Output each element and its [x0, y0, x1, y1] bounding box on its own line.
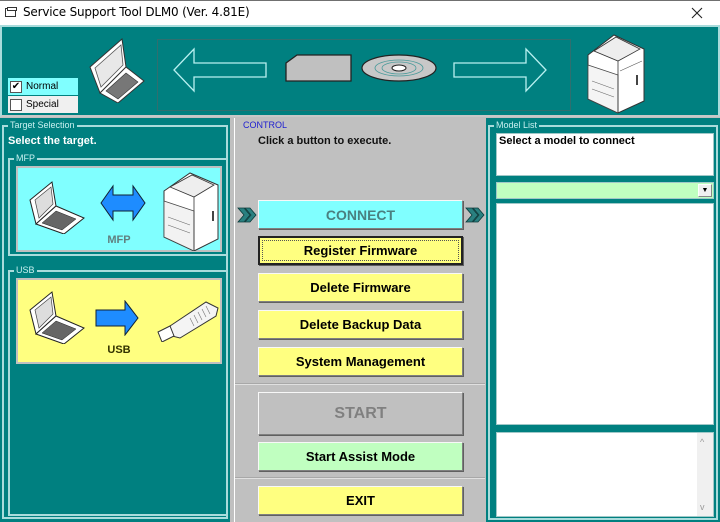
control-panel: CONTROL Click a button to execute. CONNE…	[234, 118, 485, 522]
close-button[interactable]	[674, 1, 720, 25]
window-title: Service Support Tool DLM0 (Ver. 4.81E)	[23, 5, 250, 19]
arrow-left-icon	[173, 47, 267, 93]
delete-firmware-button[interactable]: Delete Firmware	[258, 273, 463, 302]
chevron-right-icon	[237, 207, 257, 223]
vertical-scrollbar[interactable]: ^ v	[697, 433, 713, 516]
laptop-icon	[89, 38, 145, 103]
close-icon	[691, 7, 703, 19]
register-firmware-button[interactable]: Register Firmware	[258, 236, 463, 265]
model-log-textarea[interactable]: ^ v	[496, 432, 714, 517]
chevron-right-icon	[465, 207, 485, 223]
mfp-group: MFP MFP	[8, 153, 228, 256]
checkbox-box	[10, 98, 22, 111]
delete-backup-data-button[interactable]: Delete Backup Data	[258, 310, 463, 339]
mfp-label: MFP	[107, 234, 131, 246]
usb-legend: USB	[14, 265, 37, 276]
model-message-box: Select a model to connect	[496, 133, 714, 176]
exit-button[interactable]: EXIT	[258, 486, 463, 515]
select-target-heading: Select the target.	[8, 135, 97, 147]
control-instruction: Click a button to execute.	[258, 135, 392, 147]
cd-disc-icon	[361, 54, 437, 82]
bidirectional-arrow-icon	[100, 184, 146, 222]
banner: ✔ Normal Special	[0, 25, 720, 117]
divider	[235, 477, 485, 479]
model-listbox[interactable]	[496, 203, 714, 425]
focus-ring	[262, 240, 459, 261]
checkbox-box: ✔	[10, 80, 22, 93]
app-window-icon	[5, 7, 17, 17]
usb-target-button[interactable]: USB	[16, 278, 222, 364]
system-management-button[interactable]: System Management	[258, 347, 463, 376]
laptop-icon	[29, 181, 85, 234]
arrow-right-icon	[95, 300, 139, 336]
mfp-printer-icon	[587, 34, 645, 114]
model-list-panel: Model List Select a model to connect ▼ ^…	[486, 118, 720, 522]
title-bar: Service Support Tool DLM0 (Ver. 4.81E)	[0, 0, 720, 25]
scroll-up-icon[interactable]: ^	[700, 437, 704, 447]
checkmark-icon: ✔	[11, 80, 21, 92]
target-selection-legend: Target Selection	[8, 120, 77, 131]
control-legend: CONTROL	[243, 120, 288, 130]
laptop-icon	[29, 291, 85, 344]
sd-card-icon	[285, 54, 352, 82]
arrow-right-icon	[453, 47, 547, 93]
mode-special-label: Special	[26, 99, 59, 110]
mfp-legend: MFP	[14, 153, 37, 164]
mfp-target-button[interactable]: MFP	[16, 166, 222, 252]
start-button[interactable]: START	[258, 392, 463, 435]
usb-group: USB USB	[8, 265, 228, 516]
connect-button[interactable]: CONNECT	[258, 200, 463, 229]
usb-drive-icon	[157, 301, 219, 342]
mode-normal-label: Normal	[26, 81, 59, 92]
mode-normal-checkbox[interactable]: ✔ Normal	[8, 78, 78, 95]
divider	[235, 383, 485, 385]
target-selection-panel: Target Selection Select the target. MFP	[0, 118, 230, 522]
start-assist-mode-button[interactable]: Start Assist Mode	[258, 442, 463, 471]
main-window: Service Support Tool DLM0 (Ver. 4.81E) ✔…	[0, 0, 720, 522]
dropdown-arrow-icon[interactable]: ▼	[698, 184, 712, 197]
model-list-legend: Model List	[494, 120, 540, 131]
usb-label: USB	[107, 344, 131, 356]
model-list-group: Model List Select a model to connect ▼ ^…	[488, 120, 718, 520]
mode-special-checkbox[interactable]: Special	[8, 96, 78, 113]
model-dropdown[interactable]: ▼	[496, 182, 714, 199]
scroll-down-icon[interactable]: v	[700, 502, 705, 512]
